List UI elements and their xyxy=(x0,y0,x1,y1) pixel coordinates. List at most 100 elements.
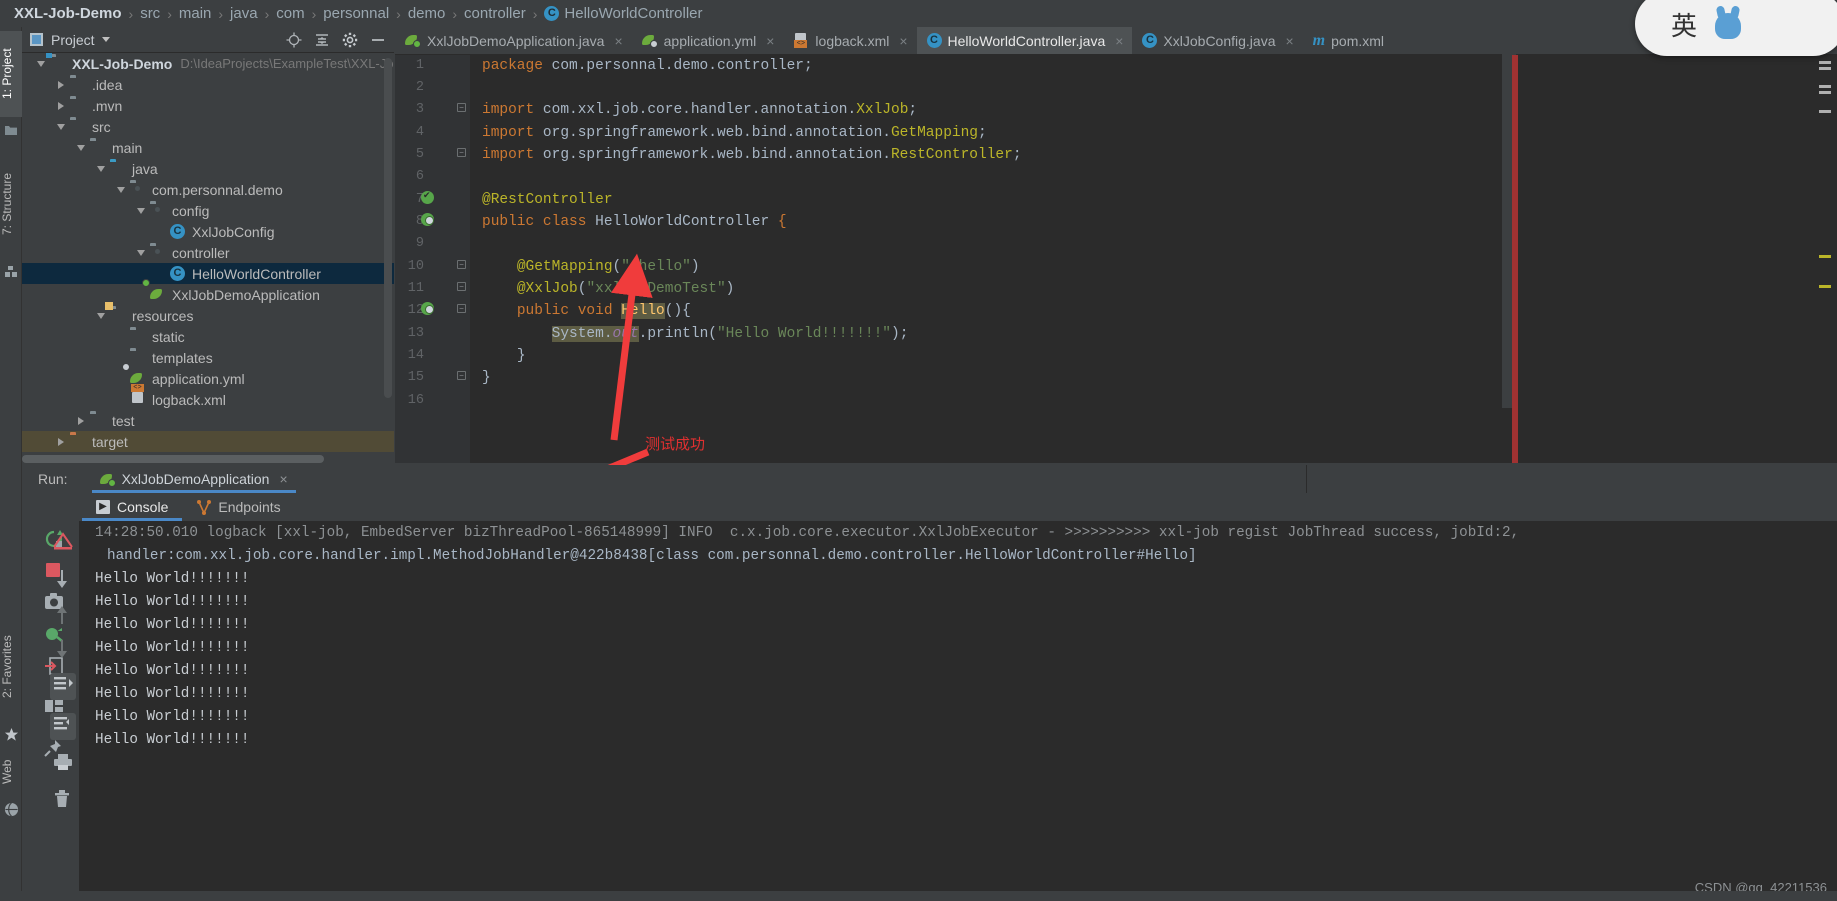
scroll-down-icon[interactable] xyxy=(54,569,70,594)
close-icon[interactable]: × xyxy=(1115,33,1123,49)
spring-bean-gutter-icon[interactable] xyxy=(421,191,435,205)
fold-collapse-icon[interactable]: − xyxy=(457,260,466,269)
tree-item-src[interactable]: src xyxy=(22,116,394,137)
editor-tab-pom-xml[interactable]: m pom.xml xyxy=(1303,27,1393,54)
chevron-down-icon[interactable] xyxy=(72,144,90,151)
hide-panel-icon[interactable] xyxy=(370,32,386,48)
chevron-down-icon[interactable] xyxy=(112,186,130,193)
chevron-down-icon[interactable] xyxy=(52,123,70,130)
project-tree[interactable]: XXL-Job-Demo D:\IdeaProjects\ExampleTest\… xyxy=(22,53,394,461)
editor-tab-bar[interactable]: XxlJobDemoApplication.java × application.y… xyxy=(395,27,1837,55)
code-line-4: import org.springframework.web.bind.anno… xyxy=(482,125,987,141)
close-icon[interactable]: × xyxy=(279,471,287,487)
tab-endpoints[interactable]: Endpoints xyxy=(182,493,294,521)
breadcrumb-item-project[interactable]: XXL-Job-Demo xyxy=(14,5,122,22)
wrap-text-icon[interactable] xyxy=(50,713,76,740)
fold-expand-icon[interactable]: − xyxy=(457,371,466,380)
chevron-right-icon[interactable] xyxy=(52,101,70,110)
trash-icon[interactable] xyxy=(53,789,71,813)
tree-item-config[interactable]: config xyxy=(22,200,394,221)
console-line: Hello World!!!!!!! xyxy=(95,709,250,725)
structure-blocks-icon[interactable] xyxy=(4,265,18,279)
editor-tab-application-yml[interactable]: application.yml × xyxy=(632,27,784,54)
tab-console[interactable]: ▶ Console xyxy=(82,493,183,521)
breadcrumb-item-controller[interactable]: controller xyxy=(464,5,526,22)
tree-vertical-scrollbar[interactable] xyxy=(384,58,392,398)
line-number: 10 xyxy=(407,259,424,274)
print-icon[interactable] xyxy=(53,753,73,776)
up-icon[interactable] xyxy=(54,605,70,630)
chevron-right-icon[interactable] xyxy=(52,80,70,89)
run-bar-divider xyxy=(1305,465,1307,493)
fold-collapse-icon[interactable]: − xyxy=(457,103,466,112)
globe-icon[interactable] xyxy=(4,802,19,817)
fold-collapse-icon[interactable]: − xyxy=(457,282,466,291)
collapse-all-icon[interactable] xyxy=(314,32,330,48)
tree-item-logback-xml[interactable]: <> logback.xml xyxy=(22,384,394,410)
tree-item-xxl-job-demo[interactable]: XXL-Job-Demo D:\IdeaProjects\ExampleTest\… xyxy=(22,53,394,74)
chevron-right-icon[interactable] xyxy=(52,437,70,446)
chevron-down-icon[interactable] xyxy=(132,249,150,256)
close-icon[interactable]: × xyxy=(766,33,774,49)
tree-item-xxljobdemoapplication[interactable]: XxlJobDemoApplication xyxy=(22,279,394,305)
chevron-down-icon[interactable] xyxy=(132,207,150,214)
sidebar-item-favorites[interactable]: 2: Favorites xyxy=(0,612,22,722)
ime-language-popup[interactable]: 英 xyxy=(1635,0,1837,56)
tree-item-main[interactable]: main xyxy=(22,137,394,158)
editor-tab-logback-xml[interactable]: <> logback.xml × xyxy=(783,27,916,54)
run-config-tab[interactable]: XxlJobDemoApplication × xyxy=(91,465,296,493)
editor-tab-xxljobconfig-java[interactable]: C XxlJobConfig.java × xyxy=(1132,27,1302,54)
chevron-down-icon[interactable] xyxy=(101,37,110,42)
sidebar-item-structure[interactable]: 7: Structure xyxy=(0,149,22,259)
tree-item-controller[interactable]: controller xyxy=(22,242,394,263)
down-icon[interactable] xyxy=(54,639,70,664)
star-icon[interactable] xyxy=(4,727,19,741)
sidebar-item-web[interactable]: Web xyxy=(0,747,22,797)
close-icon[interactable]: × xyxy=(899,33,907,49)
tree-item-templates[interactable]: templates xyxy=(22,347,394,368)
tree-item-helloworldcontroller[interactable]: C HelloWorldController xyxy=(22,263,394,284)
fold-collapse-icon[interactable]: − xyxy=(457,304,466,313)
tree-item--mvn[interactable]: .mvn xyxy=(22,95,394,116)
tree-item-com-personnal-demo[interactable]: com.personnal.demo xyxy=(22,179,394,200)
breadcrumb-item-src[interactable]: src xyxy=(140,5,160,22)
editor-tab-helloworldcontroller-java[interactable]: C HelloWorldController.java × xyxy=(916,27,1133,54)
console-output[interactable]: 14:28:50.010 logback [xxl-job, EmbedServ… xyxy=(81,521,1837,901)
tree-item-label: test xyxy=(112,412,135,429)
tree-item-static[interactable]: static xyxy=(22,326,394,347)
locate-icon[interactable] xyxy=(286,32,302,48)
settings-gear-icon[interactable] xyxy=(342,32,358,48)
breadcrumb-item-personnal[interactable]: personnal xyxy=(323,5,389,22)
fold-collapse-icon[interactable]: − xyxy=(457,148,466,157)
run-class-gutter-icon[interactable] xyxy=(421,213,435,227)
tree-item-target[interactable]: target xyxy=(22,431,394,452)
tree-item--idea[interactable]: .idea xyxy=(22,74,394,95)
soft-wrap-icon[interactable] xyxy=(52,531,74,556)
filter-lines-icon[interactable] xyxy=(50,673,76,700)
breadcrumb-item-demo[interactable]: demo xyxy=(408,5,446,22)
run-method-gutter-icon[interactable] xyxy=(421,302,435,316)
close-icon[interactable]: × xyxy=(614,33,622,49)
close-icon[interactable]: × xyxy=(1285,33,1293,49)
tree-item-test[interactable]: test xyxy=(22,410,394,431)
overview-mark xyxy=(1819,91,1831,94)
tree-item-xxljobconfig[interactable]: C XxlJobConfig xyxy=(22,221,394,242)
editor-tab-xxljobdemoapplication-java[interactable]: XxlJobDemoApplication.java × xyxy=(395,27,632,54)
chevron-down-icon[interactable] xyxy=(92,312,110,319)
chevron-right-icon[interactable] xyxy=(72,416,90,425)
tree-horizontal-scrollbar[interactable] xyxy=(22,455,324,463)
breadcrumb-item-java[interactable]: java xyxy=(230,5,258,22)
tree-item-label: XxlJobConfig xyxy=(192,223,275,240)
chevron-down-icon[interactable] xyxy=(92,165,110,172)
sidebar-item-project[interactable]: 1: Project xyxy=(0,31,22,117)
folder-icon[interactable] xyxy=(4,123,18,137)
tree-item-java[interactable]: java xyxy=(22,158,394,179)
console-line: Hello World!!!!!!! xyxy=(95,594,250,610)
tree-item-resources[interactable]: resources xyxy=(22,305,394,326)
editor-gutter[interactable]: 1 2 3 4 5 6 7 8 9 10 11 12 13 14 15 16 −… xyxy=(395,55,470,463)
breadcrumb-item-main[interactable]: main xyxy=(179,5,212,22)
breadcrumb-item-class[interactable]: HelloWorldController xyxy=(564,5,702,22)
chevron-down-icon[interactable] xyxy=(32,60,50,67)
tree-item-application-yml[interactable]: application.yml xyxy=(22,363,394,389)
breadcrumb-item-com[interactable]: com xyxy=(276,5,304,22)
